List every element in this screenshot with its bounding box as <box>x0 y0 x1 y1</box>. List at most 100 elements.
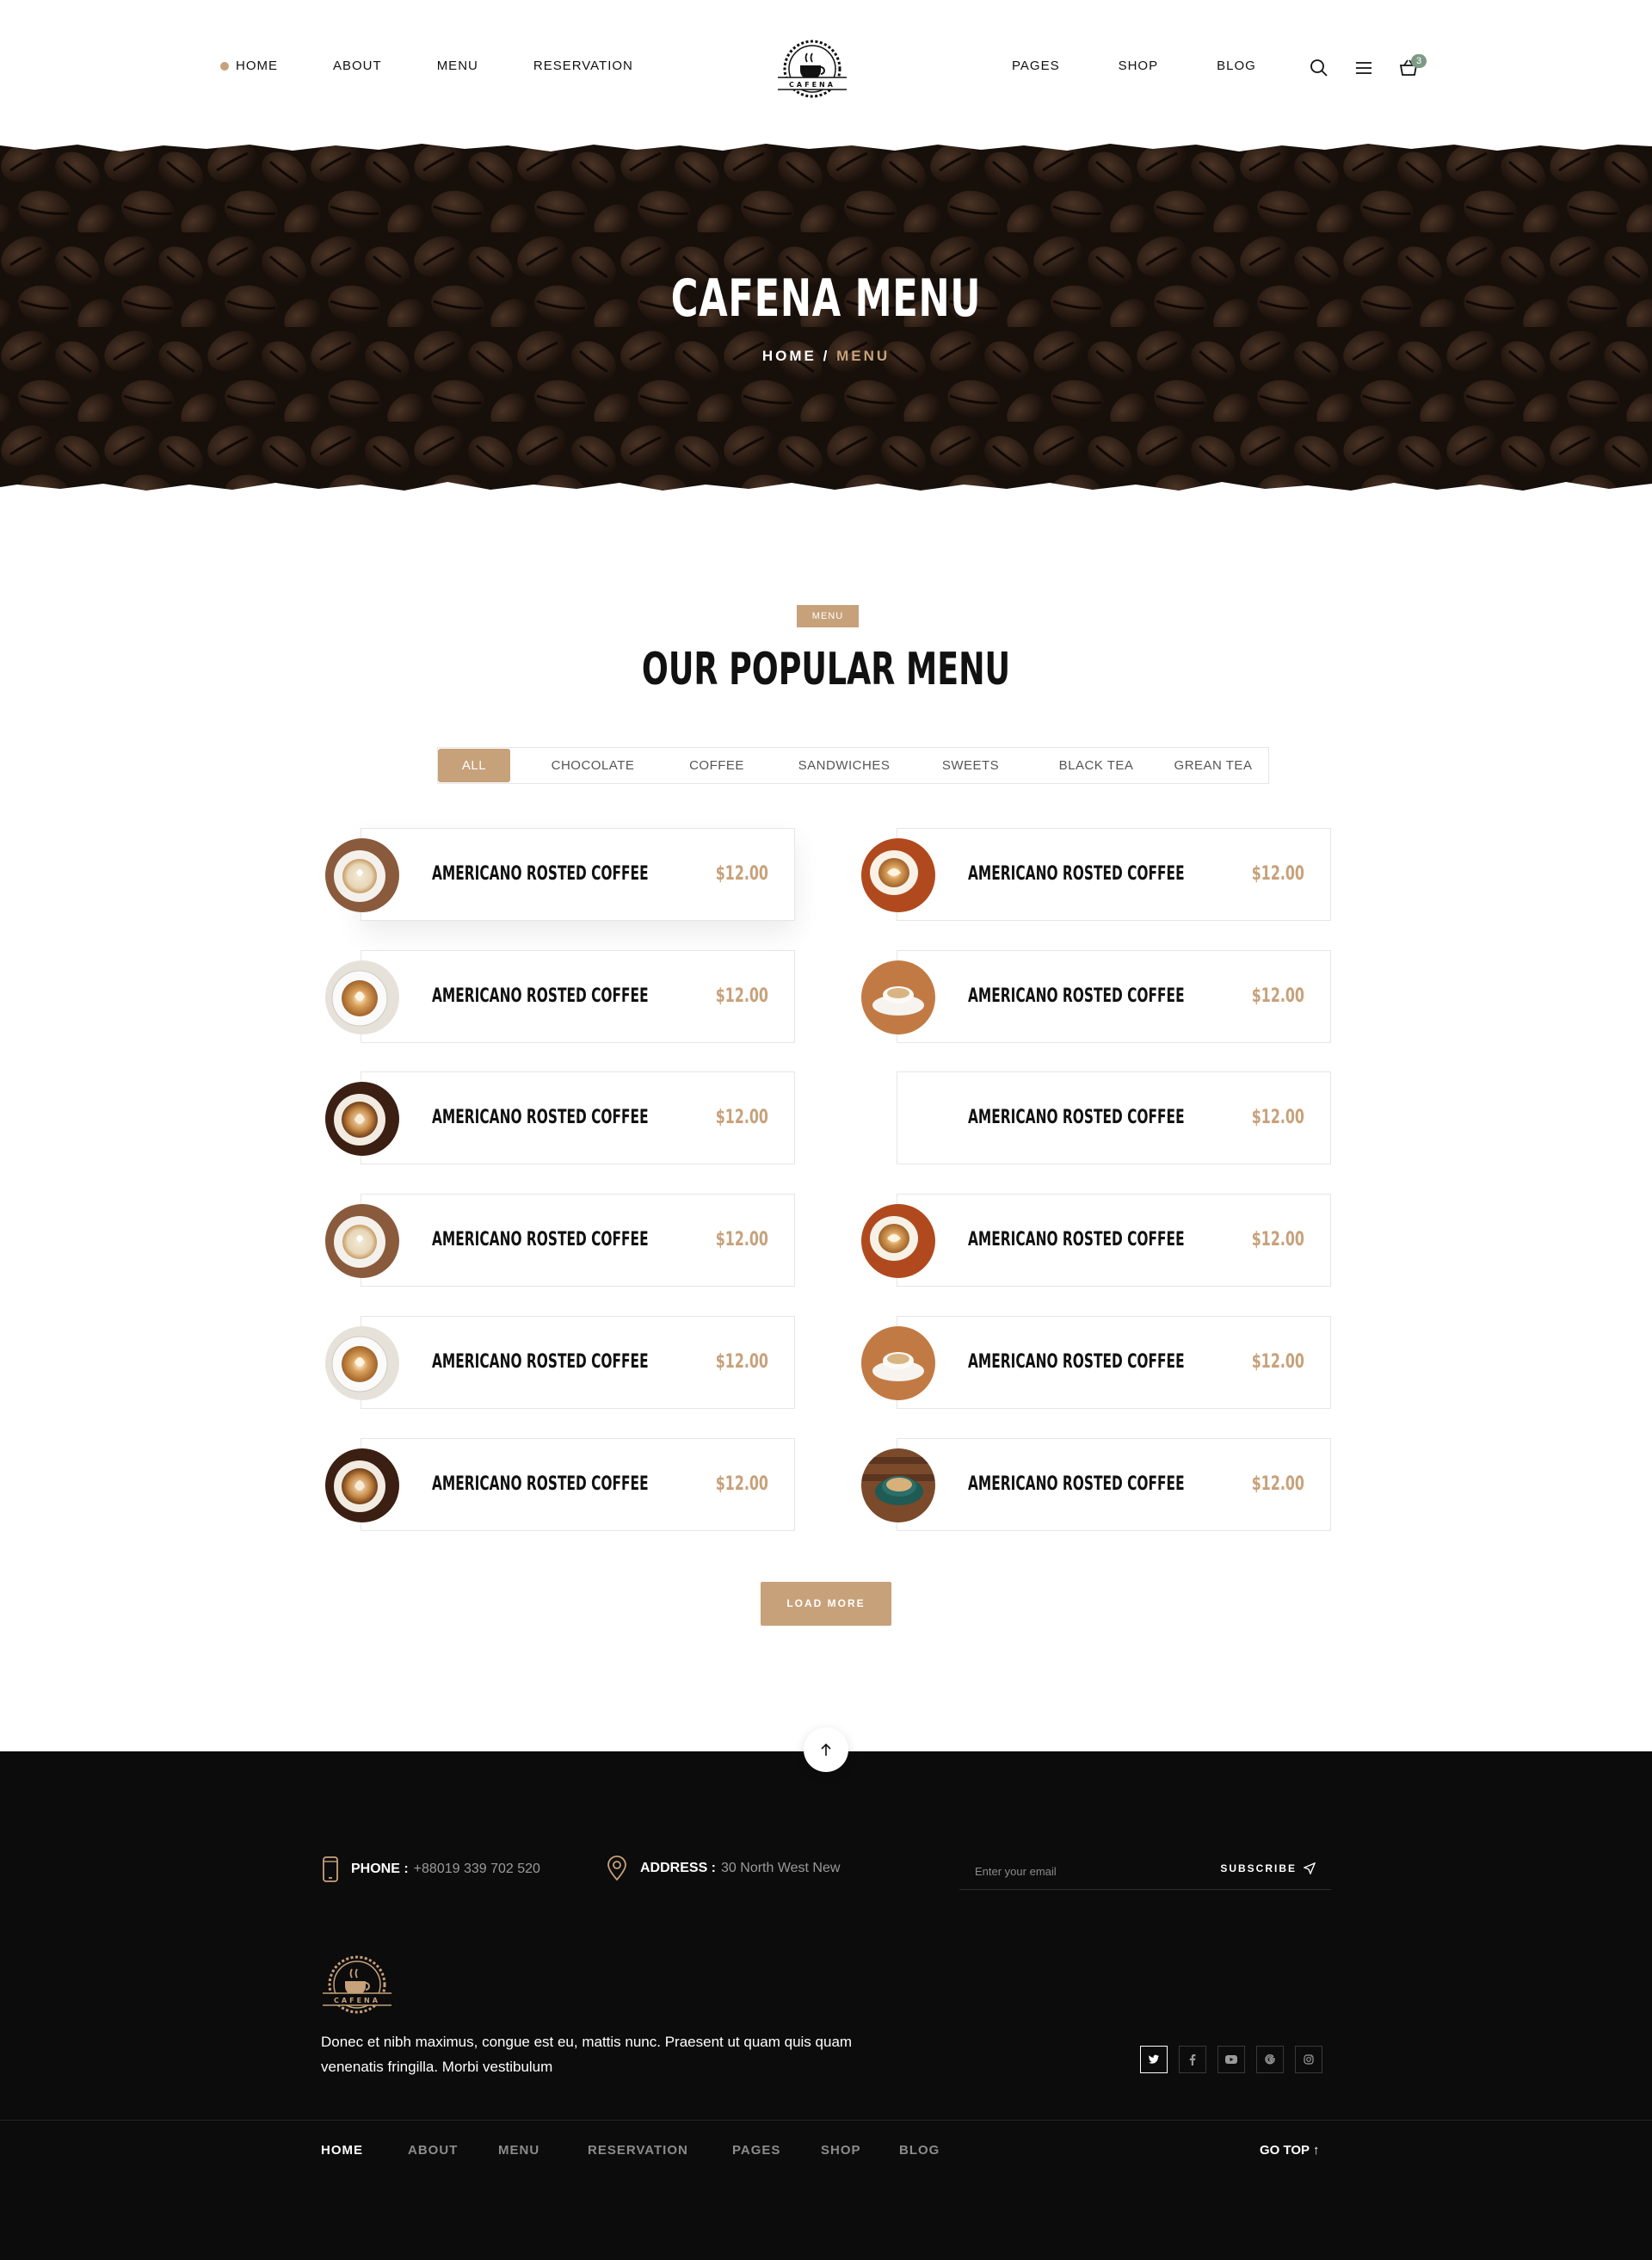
filter-chocolate[interactable]: CHOCOLATE <box>524 748 662 783</box>
filter-sweets[interactable]: SWEETS <box>915 748 1026 783</box>
load-more-button[interactable]: LOAD MORE <box>761 1582 891 1626</box>
menu-item-price: $12.00 <box>1251 1351 1304 1373</box>
footer-nav-pages[interactable]: PAGES <box>732 2143 780 2158</box>
filter-coffee[interactable]: COFFEE <box>665 748 768 783</box>
menu-item-price: $12.00 <box>715 863 768 885</box>
coffee-cup-thumbnail <box>325 960 399 1034</box>
menu-item-name: AMERICANO ROSTED COFFEE <box>968 1351 1185 1373</box>
footer-divider <box>0 2120 1652 2121</box>
footer-description: Donec et nibh maximus, congue est eu, ma… <box>321 2034 853 2075</box>
facebook-icon[interactable] <box>1179 2046 1206 2073</box>
menu-item-card[interactable]: AMERICANO ROSTED COFFEE $12.00 <box>325 1316 795 1409</box>
coffee-cup-thumbnail <box>861 960 935 1034</box>
menu-item-card[interactable]: AMERICANO ROSTED COFFEE $12.00 <box>861 1194 1331 1287</box>
go-top-arrow-icon: ↑ <box>1312 2143 1320 2158</box>
menu-item-price: $12.00 <box>715 1229 768 1250</box>
menu-item-price: $12.00 <box>715 985 768 1007</box>
search-icon[interactable] <box>1308 57 1330 79</box>
footer-nav-home[interactable]: HOME <box>321 2143 363 2158</box>
address-label: ADDRESS : <box>640 1861 717 1875</box>
footer-nav-menu[interactable]: MENU <box>498 2143 539 2158</box>
send-icon <box>1304 1862 1316 1874</box>
nav-about[interactable]: ABOUT <box>333 59 382 73</box>
menu-item-card[interactable]: AMERICANO ROSTED COFFEE $12.00 <box>325 1194 795 1287</box>
logo-text: CAFENA <box>789 81 835 89</box>
nav-home[interactable]: HOME <box>220 59 278 73</box>
menu-item-name: AMERICANO ROSTED COFFEE <box>968 1229 1185 1250</box>
go-top-link[interactable]: GO TOP ↑ <box>1260 2143 1319 2158</box>
arrow-up-icon <box>821 1743 831 1756</box>
google-icon[interactable] <box>1256 2046 1284 2073</box>
section-title: OUR POPULAR MENU <box>641 644 1011 695</box>
coffee-cup-thumbnail <box>325 1448 399 1522</box>
filter-grean-tea[interactable]: GREAN TEA <box>1157 748 1269 783</box>
menu-item-name: AMERICANO ROSTED COFFEE <box>968 1107 1185 1128</box>
coffee-cup-thumbnail <box>861 838 935 912</box>
footer-cafena-logo[interactable]: CAFENA <box>315 1948 399 2021</box>
active-dot <box>220 61 229 71</box>
breadcrumb-current: MENU <box>836 348 891 364</box>
menu-item-card[interactable]: AMERICANO ROSTED COFFEE $12.00 <box>325 1438 795 1531</box>
nav-menu[interactable]: MENU <box>437 59 478 73</box>
menu-item-price: $12.00 <box>1251 985 1304 1007</box>
footer-nav-shop[interactable]: SHOP <box>821 2143 861 2158</box>
main-nav-right: PAGES SHOP BLOG <box>1012 59 1315 73</box>
footer-logo-text: CAFENA <box>334 1997 380 2004</box>
subscribe-button[interactable]: SUBSCRIBE <box>1220 1862 1316 1874</box>
phone-value[interactable]: +88019 339 702 520 <box>414 1862 540 1877</box>
location-pin-icon <box>607 1856 626 1881</box>
footer-address: ADDRESS : 30 North West New <box>606 1856 840 1881</box>
hamburger-menu-icon[interactable] <box>1353 57 1375 79</box>
menu-item-card[interactable]: AMERICANO ROSTED COFFEE $12.00 <box>861 1316 1331 1409</box>
menu-item-card[interactable]: AMERICANO ROSTED COFFEE $12.00 <box>897 1071 1331 1164</box>
cafena-logo[interactable]: CAFENA <box>771 33 854 105</box>
breadcrumb: HOME / MENU <box>0 348 1652 365</box>
subscribe-label: SUBSCRIBE <box>1220 1862 1297 1874</box>
menu-item-card[interactable]: AMERICANO ROSTED COFFEE $12.00 <box>861 828 1331 921</box>
instagram-icon[interactable] <box>1295 2046 1322 2073</box>
nav-shop[interactable]: SHOP <box>1119 59 1159 73</box>
coffee-cup-thumbnail <box>325 1204 399 1278</box>
filter-black-tea[interactable]: BLACK TEA <box>1032 748 1161 783</box>
footer-nav-blog[interactable]: BLOG <box>899 2143 940 2158</box>
menu-item-card[interactable]: AMERICANO ROSTED COFFEE $12.00 <box>325 1071 795 1164</box>
nav-blog[interactable]: BLOG <box>1217 59 1256 73</box>
menu-item-card[interactable]: AMERICANO ROSTED COFFEE $12.00 <box>861 950 1331 1043</box>
site-footer <box>0 1751 1652 2260</box>
menu-item-card[interactable]: AMERICANO ROSTED COFFEE $12.00 <box>325 950 795 1043</box>
email-input[interactable] <box>975 1859 1199 1883</box>
footer-nav-about[interactable]: ABOUT <box>408 2143 458 2158</box>
scroll-up-button[interactable] <box>804 1727 848 1772</box>
site-header: HOME ABOUT MENU RESERVATION CAFENA PAGES… <box>0 0 1652 142</box>
nav-pages[interactable]: PAGES <box>1012 59 1060 73</box>
menu-item-price: $12.00 <box>1251 863 1304 885</box>
phone-icon <box>323 1856 338 1882</box>
section-tag: MENU <box>797 605 859 627</box>
footer-nav-reservation[interactable]: RESERVATION <box>588 2143 688 2158</box>
basket-icon[interactable]: 3 <box>1397 54 1427 79</box>
menu-item-name: AMERICANO ROSTED COFFEE <box>432 985 649 1007</box>
phone-label: PHONE : <box>351 1862 409 1876</box>
social-links <box>1140 2046 1334 2073</box>
coffee-cup-thumbnail <box>325 838 399 912</box>
filter-all[interactable]: ALL <box>438 749 510 782</box>
address-value: 30 North West New <box>721 1861 841 1875</box>
cart-count-badge: 3 <box>1411 54 1427 68</box>
menu-item-price: $12.00 <box>715 1107 768 1128</box>
page-hero: CAFENA MENU HOME / MENU <box>0 138 1652 499</box>
footer-phone: PHONE : +88019 339 702 520 <box>322 1856 540 1883</box>
footer-logo-graphic: CAFENA <box>323 1955 391 2014</box>
menu-item-card[interactable]: AMERICANO ROSTED COFFEE $12.00 <box>861 1438 1331 1531</box>
filter-sandwiches[interactable]: SANDWICHES <box>775 748 913 783</box>
menu-item-price: $12.00 <box>1251 1229 1304 1250</box>
twitter-icon[interactable] <box>1140 2046 1168 2073</box>
youtube-icon[interactable] <box>1217 2046 1245 2073</box>
menu-item-name: AMERICANO ROSTED COFFEE <box>432 863 649 885</box>
menu-item-name: AMERICANO ROSTED COFFEE <box>968 1473 1185 1495</box>
coffee-cup-thumbnail <box>325 1082 399 1156</box>
menu-item-name: AMERICANO ROSTED COFFEE <box>432 1473 649 1495</box>
breadcrumb-home[interactable]: HOME <box>762 348 817 364</box>
coffee-cup-thumbnail <box>325 1326 399 1400</box>
menu-item-card[interactable]: AMERICANO ROSTED COFFEE $12.00 <box>325 828 795 921</box>
nav-reservation[interactable]: RESERVATION <box>533 59 633 73</box>
